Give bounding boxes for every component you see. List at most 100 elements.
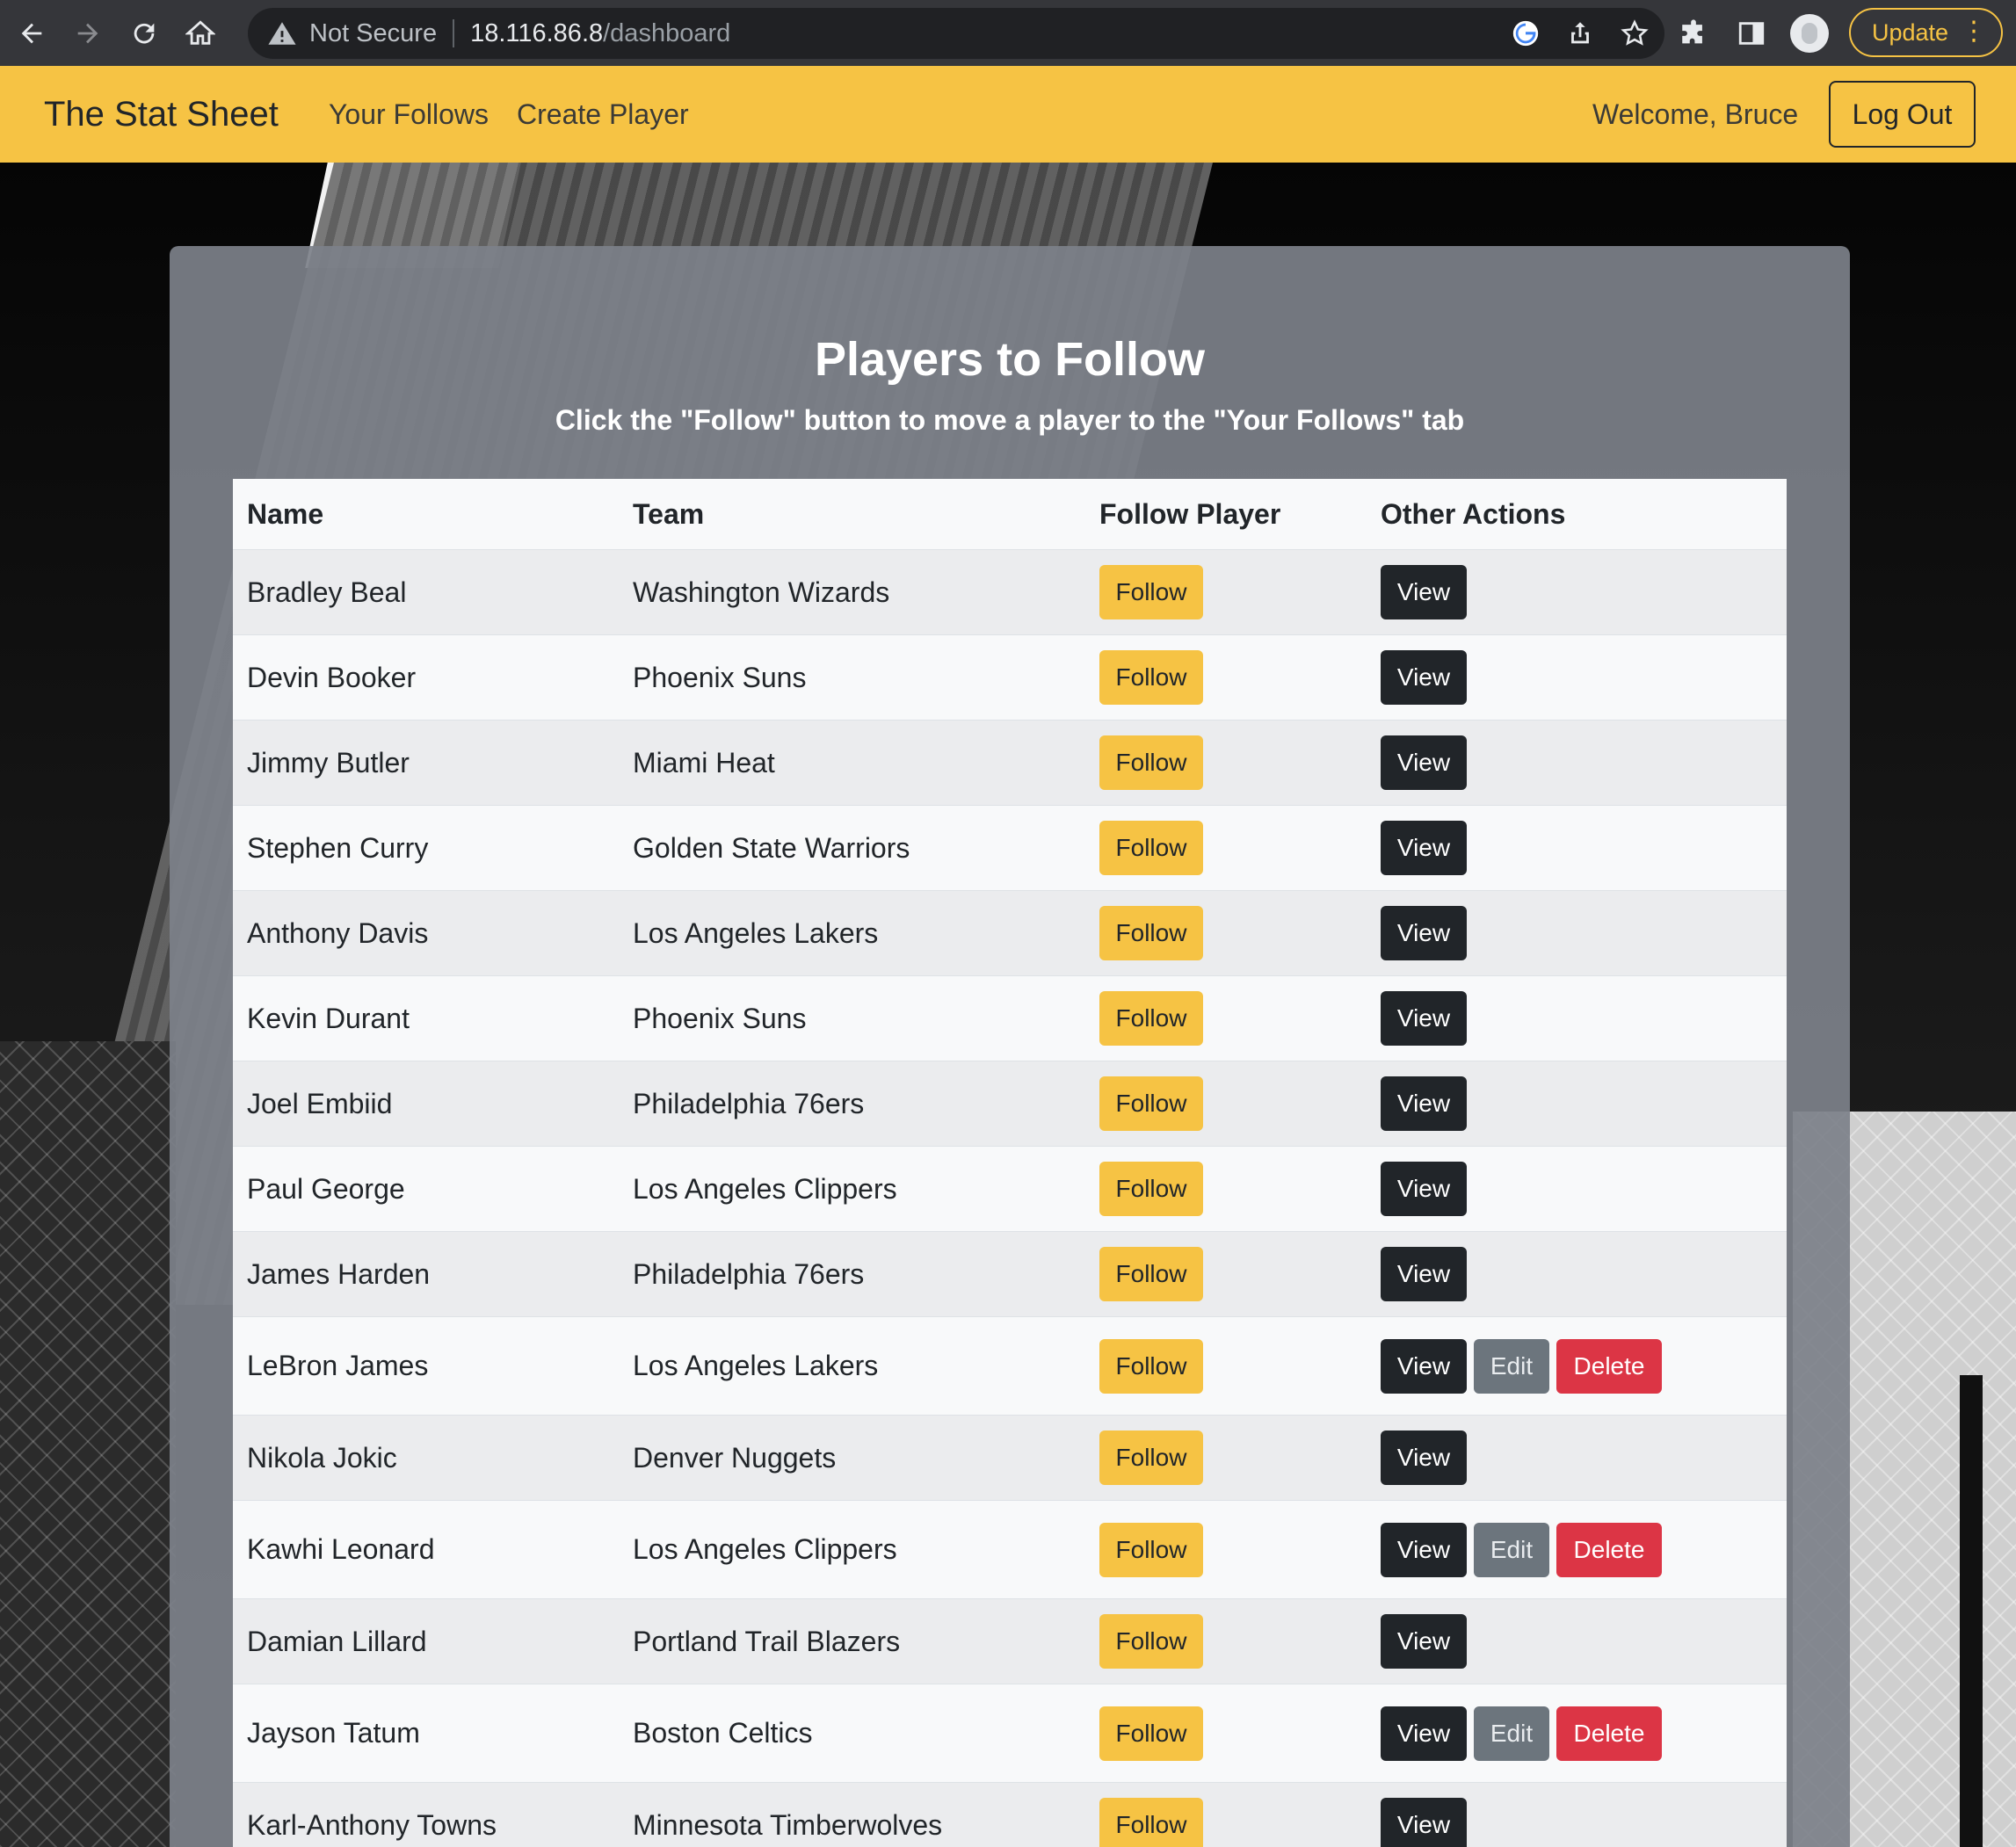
delete-button[interactable]: Delete xyxy=(1556,1338,1662,1394)
follow-cell: Follow xyxy=(1099,721,1203,805)
view-button[interactable]: View xyxy=(1381,565,1467,619)
view-button[interactable]: View xyxy=(1381,650,1467,705)
follow-button[interactable]: Follow xyxy=(1099,1522,1203,1577)
player-name: Jayson Tatum xyxy=(247,1717,420,1749)
table-row: Nikola Jokic Denver Nuggets Follow View xyxy=(233,1416,1787,1501)
follow-button[interactable]: Follow xyxy=(1099,1431,1203,1485)
warning-triangle-icon[interactable] xyxy=(267,18,297,48)
logout-button[interactable]: Log Out xyxy=(1829,81,1976,148)
actions-cell: View xyxy=(1381,806,1467,890)
follow-button[interactable]: Follow xyxy=(1099,1162,1203,1216)
players-card: Players to Follow Click the "Follow" but… xyxy=(170,246,1850,1847)
puzzle-icon[interactable] xyxy=(1674,14,1713,53)
edit-button[interactable]: Edit xyxy=(1474,1706,1549,1761)
table-row: Damian Lillard Portland Trail Blazers Foll… xyxy=(233,1599,1787,1684)
security-label[interactable]: Not Secure xyxy=(309,19,437,48)
view-button[interactable]: View xyxy=(1381,821,1467,875)
table-row: Stephen Curry Golden State Warriors Follow… xyxy=(233,806,1787,891)
player-team: Los Angeles Clippers xyxy=(633,1172,897,1205)
browser-toolbar: Not Secure 18.116.86.8/dashboard Update … xyxy=(0,0,2016,66)
player-team: Phoenix Suns xyxy=(633,661,807,693)
page-subtitle: Click the "Follow" button to move a play… xyxy=(555,404,1465,436)
follow-cell: Follow xyxy=(1099,1061,1203,1146)
edit-button[interactable]: Edit xyxy=(1474,1522,1549,1577)
url-path: /dashboard xyxy=(603,18,731,47)
table-row: Anthony Davis Los Angeles Lakers Follow Vie… xyxy=(233,891,1787,976)
player-name: James Harden xyxy=(247,1257,431,1290)
view-button[interactable]: View xyxy=(1381,991,1467,1046)
view-button[interactable]: View xyxy=(1381,1076,1467,1131)
view-button[interactable]: View xyxy=(1381,906,1467,960)
nav-create-player[interactable]: Create Player xyxy=(517,98,689,131)
follow-button[interactable]: Follow xyxy=(1099,1706,1203,1761)
player-name: Paul George xyxy=(247,1172,405,1205)
follow-button[interactable]: Follow xyxy=(1099,1614,1203,1669)
omnibox-divider xyxy=(453,19,455,47)
follow-button[interactable]: Follow xyxy=(1099,1247,1203,1301)
more-menu-icon[interactable]: ⋮ xyxy=(1961,18,1987,45)
view-button[interactable]: View xyxy=(1381,1614,1467,1669)
view-button[interactable]: View xyxy=(1381,1522,1467,1577)
brand-link[interactable]: The Stat Sheet xyxy=(44,95,279,134)
follow-button[interactable]: Follow xyxy=(1099,565,1203,619)
table-row: Karl-Anthony Towns Minnesota Timberwolves… xyxy=(233,1783,1787,1847)
table-body: Bradley Beal Washington Wizards Follow View… xyxy=(233,550,1787,1847)
follow-cell: Follow xyxy=(1099,1684,1203,1782)
table-row: Jayson Tatum Boston Celtics Follow View Edit… xyxy=(233,1684,1787,1783)
delete-button[interactable]: Delete xyxy=(1556,1522,1662,1577)
follow-button[interactable]: Follow xyxy=(1099,650,1203,705)
address-bar[interactable]: Not Secure 18.116.86.8/dashboard xyxy=(248,8,1664,59)
player-team: Portland Trail Blazers xyxy=(633,1625,901,1657)
home-icon[interactable] xyxy=(176,9,225,58)
google-icon[interactable] xyxy=(1508,16,1543,51)
follow-button[interactable]: Follow xyxy=(1099,906,1203,960)
follow-button[interactable]: Follow xyxy=(1099,991,1203,1046)
edit-button[interactable]: Edit xyxy=(1474,1338,1549,1394)
view-button[interactable]: View xyxy=(1381,1338,1467,1394)
follow-cell: Follow xyxy=(1099,635,1203,720)
view-button[interactable]: View xyxy=(1381,1706,1467,1761)
actions-cell: View xyxy=(1381,550,1467,634)
view-button[interactable]: View xyxy=(1381,1162,1467,1216)
delete-button[interactable]: Delete xyxy=(1556,1706,1662,1761)
follow-cell: Follow xyxy=(1099,976,1203,1061)
player-name: Nikola Jokic xyxy=(247,1441,397,1474)
player-name: Bradley Beal xyxy=(247,576,407,608)
follow-button[interactable]: Follow xyxy=(1099,1798,1203,1847)
actions-cell: View xyxy=(1381,635,1467,720)
nav-your-follows[interactable]: Your Follows xyxy=(329,98,489,131)
table-row: Jimmy Butler Miami Heat Follow View xyxy=(233,721,1787,806)
side-panel-icon[interactable] xyxy=(1732,14,1771,53)
player-name: Anthony Davis xyxy=(247,916,429,949)
table-row: Kevin Durant Phoenix Suns Follow View xyxy=(233,976,1787,1061)
follow-button[interactable]: Follow xyxy=(1099,1338,1203,1394)
view-button[interactable]: View xyxy=(1381,1247,1467,1301)
player-team: Philadelphia 76ers xyxy=(633,1257,865,1290)
follow-button[interactable]: Follow xyxy=(1099,735,1203,790)
profile-avatar-icon[interactable] xyxy=(1790,13,1829,53)
back-icon[interactable] xyxy=(7,9,56,58)
actions-cell: View xyxy=(1381,1783,1467,1847)
follow-cell: Follow xyxy=(1099,1232,1203,1316)
player-name: Joel Embiid xyxy=(247,1087,393,1119)
header-team: Team xyxy=(633,497,705,530)
site-navbar: The Stat Sheet Your Follows Create Playe… xyxy=(0,66,2016,163)
table-row: Bradley Beal Washington Wizards Follow View xyxy=(233,550,1787,635)
view-button[interactable]: View xyxy=(1381,735,1467,790)
reload-icon[interactable] xyxy=(120,9,169,58)
actions-cell: View xyxy=(1381,1232,1467,1316)
view-button[interactable]: View xyxy=(1381,1431,1467,1485)
view-button[interactable]: View xyxy=(1381,1798,1467,1847)
player-name: Karl-Anthony Towns xyxy=(247,1808,497,1841)
follow-button[interactable]: Follow xyxy=(1099,1076,1203,1131)
follow-button[interactable]: Follow xyxy=(1099,821,1203,875)
star-icon[interactable] xyxy=(1617,16,1652,51)
player-team: Denver Nuggets xyxy=(633,1441,837,1474)
follow-cell: Follow xyxy=(1099,1501,1203,1598)
actions-cell: View xyxy=(1381,1147,1467,1231)
player-name: Kawhi Leonard xyxy=(247,1533,435,1565)
forward-icon[interactable] xyxy=(63,9,112,58)
player-team: Boston Celtics xyxy=(633,1717,813,1749)
update-button[interactable]: Update ⋮ xyxy=(1849,8,2003,57)
share-icon[interactable] xyxy=(1563,16,1598,51)
